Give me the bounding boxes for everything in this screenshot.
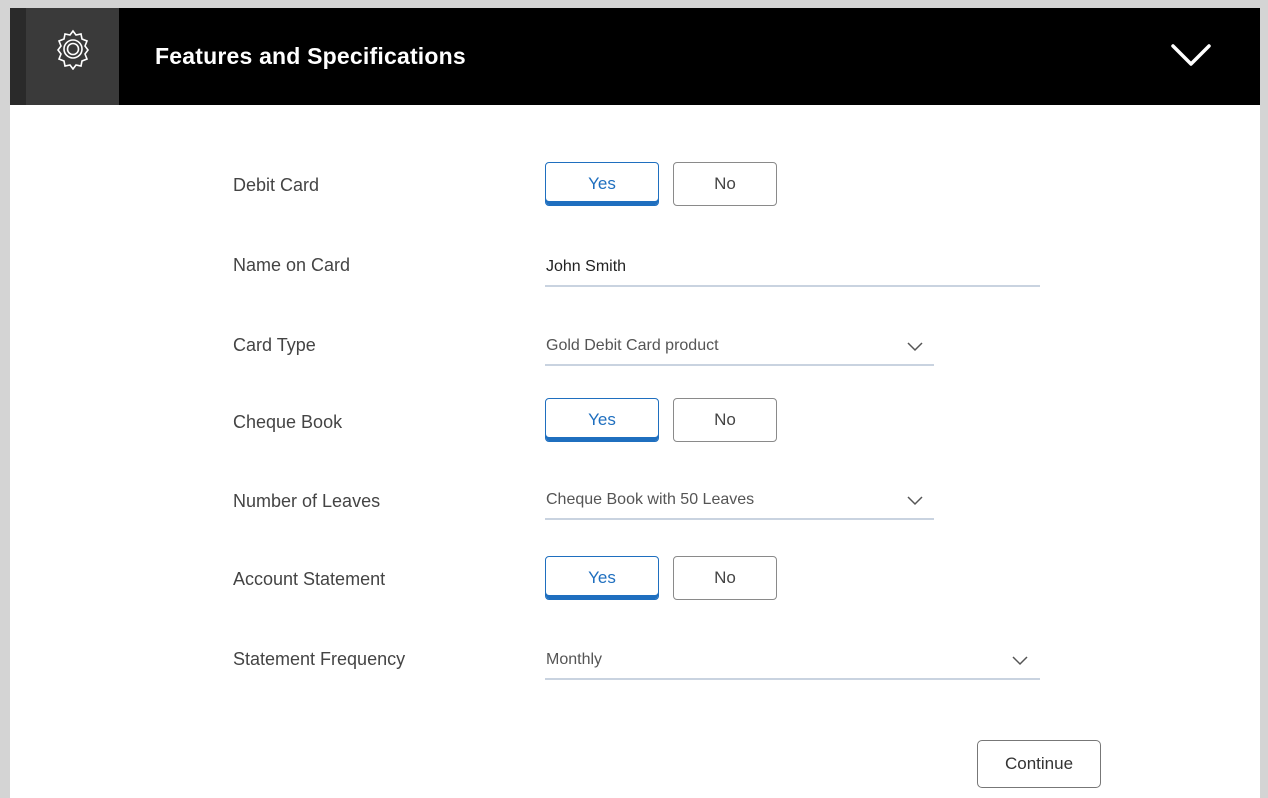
page-title: Features and Specifications (155, 43, 466, 69)
account-statement-no-button[interactable]: No (673, 556, 777, 600)
gear-icon (57, 29, 89, 70)
number-of-leaves-label: Number of Leaves (233, 491, 381, 511)
continue-button[interactable]: Continue (977, 740, 1101, 788)
account-statement-yes-button[interactable]: Yes (545, 556, 659, 600)
gear-icon-box (26, 8, 119, 105)
chevron-down-icon[interactable] (1170, 40, 1212, 75)
name-on-card-label: Name on Card (233, 255, 351, 275)
card-type-select[interactable]: Gold Debit Card product (545, 330, 934, 366)
card-type-value: Gold Debit Card product (546, 337, 719, 354)
cheque-book-yes-button[interactable]: Yes (545, 398, 659, 442)
debit-card-no-button[interactable]: No (673, 162, 777, 206)
chevron-down-icon (907, 496, 923, 506)
card-type-label: Card Type (233, 335, 316, 355)
chevron-down-icon (1012, 656, 1028, 666)
section-header[interactable]: Features and Specifications (10, 8, 1260, 105)
account-statement-label: Account Statement (233, 569, 386, 589)
name-on-card-input[interactable]: John Smith (545, 251, 1040, 287)
statement-frequency-select[interactable]: Monthly (545, 644, 1040, 680)
debit-card-yes-button[interactable]: Yes (545, 162, 659, 206)
header-strip (10, 8, 26, 105)
statement-frequency-value: Monthly (546, 651, 603, 668)
debit-card-label: Debit Card (233, 175, 320, 195)
number-of-leaves-value: Cheque Book with 50 Leaves (546, 491, 755, 508)
chevron-down-icon (907, 342, 923, 352)
statement-frequency-label: Statement Frequency (233, 649, 406, 669)
number-of-leaves-select[interactable]: Cheque Book with 50 Leaves (545, 484, 934, 520)
cheque-book-label: Cheque Book (233, 412, 343, 432)
name-on-card-value: John Smith (546, 258, 627, 275)
cheque-book-no-button[interactable]: No (673, 398, 777, 442)
